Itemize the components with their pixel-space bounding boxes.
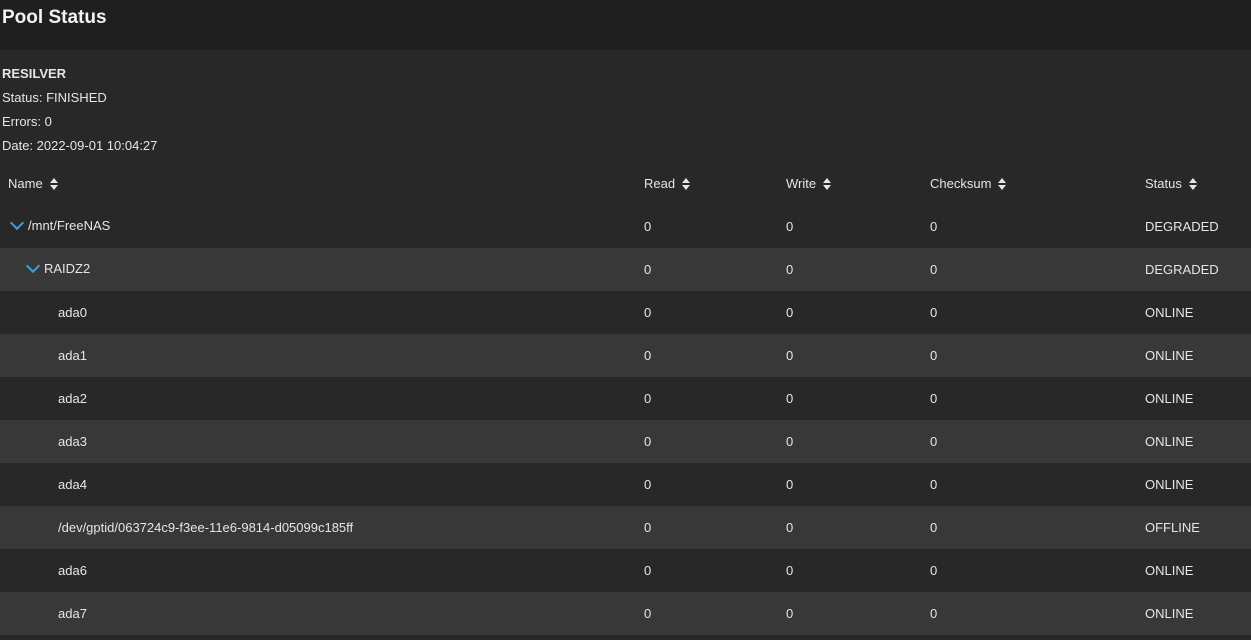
page-title: Pool Status [2, 7, 107, 28]
sort-icon[interactable] [823, 177, 832, 190]
row-status: ONLINE [1145, 305, 1194, 320]
row-read: 0 [644, 262, 652, 277]
column-header-label: Name [8, 176, 43, 191]
row-status: ONLINE [1145, 477, 1194, 492]
row-read: 0 [644, 434, 652, 449]
row-checksum: 0 [930, 520, 938, 535]
chevron-down-icon[interactable] [25, 258, 41, 274]
pool-status-panel: RESILVER Status: FINISHED Errors: 0 Date… [0, 50, 1251, 640]
row-name: ada7 [58, 606, 87, 621]
table-row[interactable]: /mnt/FreeNAS 0 0 0 DEGRADED [0, 205, 1251, 248]
row-status: OFFLINE [1145, 520, 1200, 535]
row-write: 0 [786, 606, 794, 621]
column-header-status[interactable]: Status [1145, 176, 1198, 191]
row-name: /mnt/FreeNAS [28, 218, 111, 233]
table-row[interactable]: ada7 0 0 0 ONLINE [0, 592, 1251, 635]
row-name-cell: RAIDZ2 [25, 258, 91, 276]
row-checksum: 0 [930, 563, 938, 578]
row-name: RAIDZ2 [44, 261, 91, 276]
row-checksum: 0 [930, 262, 938, 277]
scan-status: Status: FINISHED [2, 90, 107, 105]
row-status: ONLINE [1145, 348, 1194, 363]
column-header-label: Read [644, 176, 676, 191]
row-write: 0 [786, 348, 794, 363]
row-read: 0 [644, 477, 652, 492]
column-header-name[interactable]: Name [8, 176, 59, 191]
scan-info: RESILVER Status: FINISHED Errors: 0 Date… [2, 62, 157, 158]
row-checksum: 0 [930, 606, 938, 621]
table-row[interactable]: /dev/gptid/063724c9-f3ee-11e6-9814-d0509… [0, 506, 1251, 549]
sort-icon[interactable] [49, 177, 59, 190]
row-name: ada0 [58, 305, 87, 320]
scan-type: RESILVER [2, 66, 67, 81]
row-read: 0 [644, 520, 652, 535]
sort-icon[interactable] [998, 177, 1007, 190]
row-read: 0 [644, 219, 652, 234]
scan-errors: Errors: 0 [2, 114, 52, 129]
row-name: ada2 [58, 391, 87, 406]
row-write: 0 [786, 434, 794, 449]
chevron-down-icon[interactable] [9, 215, 25, 231]
row-name: ada1 [58, 348, 87, 363]
row-checksum: 0 [930, 434, 938, 449]
row-status: DEGRADED [1145, 219, 1219, 234]
row-name: ada3 [58, 434, 87, 449]
row-name-cell: /mnt/FreeNAS [9, 215, 111, 233]
row-write: 0 [786, 305, 794, 320]
row-write: 0 [786, 563, 794, 578]
row-checksum: 0 [930, 348, 938, 363]
table-row[interactable]: ada2 0 0 0 ONLINE [0, 377, 1251, 420]
table-row[interactable]: RAIDZ2 0 0 0 DEGRADED [0, 248, 1251, 291]
row-write: 0 [786, 219, 794, 234]
scan-date: Date: 2022-09-01 10:04:27 [2, 138, 158, 153]
sort-icon[interactable] [1188, 177, 1198, 190]
table-row[interactable]: ada6 0 0 0 ONLINE [0, 549, 1251, 592]
row-read: 0 [644, 606, 652, 621]
row-status: ONLINE [1145, 563, 1194, 578]
row-write: 0 [786, 520, 794, 535]
row-write: 0 [786, 477, 794, 492]
row-write: 0 [786, 391, 794, 406]
row-checksum: 0 [930, 477, 938, 492]
column-header-write[interactable]: Write [786, 176, 832, 191]
row-name: ada6 [58, 563, 87, 578]
row-read: 0 [644, 391, 652, 406]
sort-icon[interactable] [682, 177, 691, 190]
pool-table: Name Read Write Checksum Status /mnt/Fre… [0, 162, 1251, 635]
table-row[interactable]: ada3 0 0 0 ONLINE [0, 420, 1251, 463]
row-status: ONLINE [1145, 606, 1194, 621]
row-read: 0 [644, 305, 652, 320]
row-status: ONLINE [1145, 434, 1194, 449]
table-header: Name Read Write Checksum Status [0, 162, 1251, 205]
page-header: Pool Status [0, 0, 1251, 50]
row-status: DEGRADED [1145, 262, 1219, 277]
row-checksum: 0 [930, 305, 938, 320]
row-read: 0 [644, 563, 652, 578]
row-write: 0 [786, 262, 794, 277]
column-header-label: Status [1145, 176, 1182, 191]
row-checksum: 0 [930, 219, 938, 234]
row-checksum: 0 [930, 391, 938, 406]
column-header-read[interactable]: Read [644, 176, 691, 191]
row-name: ada4 [58, 477, 87, 492]
row-status: ONLINE [1145, 391, 1194, 406]
table-row[interactable]: ada1 0 0 0 ONLINE [0, 334, 1251, 377]
column-header-label: Write [786, 176, 817, 191]
row-read: 0 [644, 348, 652, 363]
table-row[interactable]: ada0 0 0 0 ONLINE [0, 291, 1251, 334]
row-name: /dev/gptid/063724c9-f3ee-11e6-9814-d0509… [58, 520, 354, 535]
table-row[interactable]: ada4 0 0 0 ONLINE [0, 463, 1251, 506]
column-header-checksum[interactable]: Checksum [930, 176, 1007, 191]
column-header-label: Checksum [930, 176, 992, 191]
